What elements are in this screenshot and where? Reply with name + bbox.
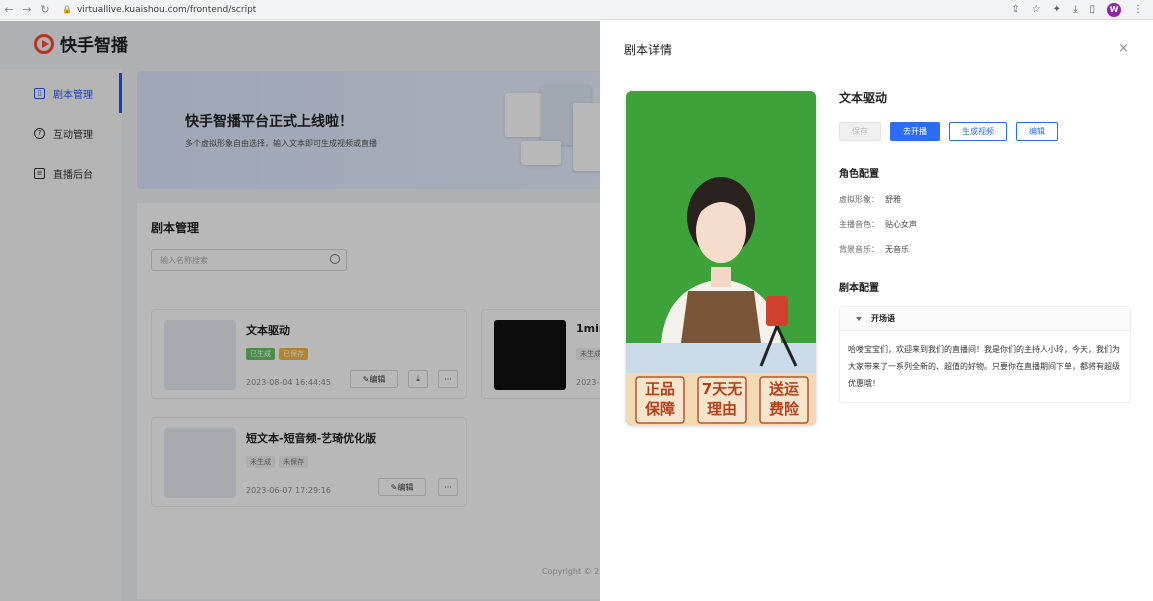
avatar[interactable]: W: [1107, 2, 1121, 17]
role-avatar-row: 虚拟形象： 舒雅: [839, 194, 1131, 205]
download-icon[interactable]: ⤓: [1073, 4, 1077, 15]
modal-overlay[interactable]: [0, 21, 600, 601]
save-button[interactable]: 保存: [839, 122, 881, 141]
script-detail-drawer: 剧本详情 × 正品 保障 7天无 理由 送运 费险 文本驱动 保存 去开播 生成…: [600, 21, 1153, 601]
role-music-row: 背景音乐： 无音乐: [839, 244, 1131, 255]
forward-icon[interactable]: →: [18, 3, 36, 16]
presenter-illustration: [626, 91, 816, 425]
collapse-header[interactable]: 开场语: [840, 307, 1130, 331]
url-text: virtuallive.kuaishou.com/frontend/script: [76, 4, 257, 15]
script-config-title: 剧本配置: [839, 283, 879, 294]
field-label: 虚拟形象：: [839, 195, 879, 204]
role-config-title: 角色配置: [839, 169, 879, 180]
start-live-button[interactable]: 去开播: [890, 122, 940, 141]
action-buttons: 保存 去开播 生成视频 编辑: [839, 122, 1131, 141]
opening-text: 哈喽宝宝们，欢迎来到我们的直播间！我是你们的主持人小玲，今天，我们为大家带来了一…: [848, 345, 1120, 388]
avatar-video-preview[interactable]: 正品 保障 7天无 理由 送运 费险: [626, 91, 816, 425]
collapse-title: 开场语: [871, 314, 895, 323]
field-value: 舒雅: [885, 195, 901, 204]
browser-toolbar: ← → ↻ 🔒 virtuallive.kuaishou.com/fronten…: [0, 0, 1153, 20]
opening-collapse: 开场语 哈喽宝宝们，欢迎来到我们的直播间！我是你们的主持人小玲，今天，我们为大家…: [839, 306, 1131, 403]
address-bar[interactable]: 🔒 virtuallive.kuaishou.com/frontend/scri…: [62, 5, 256, 15]
lock-icon: 🔒: [62, 5, 72, 14]
sidepanel-icon[interactable]: ▯: [1089, 4, 1095, 15]
close-icon[interactable]: ×: [1118, 41, 1129, 56]
promo-label: 送运 费险: [768, 380, 799, 418]
reload-icon[interactable]: ↻: [36, 3, 54, 16]
field-value: 无音乐: [885, 245, 909, 254]
more-menu-icon[interactable]: ⋮: [1133, 4, 1143, 15]
share-icon[interactable]: ⇪: [1011, 4, 1019, 15]
field-value: 贴心女声: [885, 220, 917, 229]
field-label: 主播音色：: [839, 220, 879, 229]
drawer-title: 剧本详情: [624, 43, 673, 57]
back-icon[interactable]: ←: [0, 3, 18, 16]
promo-label: 7天无 理由: [701, 380, 743, 418]
star-icon[interactable]: ☆: [1032, 4, 1041, 15]
script-info: 文本驱动 保存 去开播 生成视频 编辑 角色配置 虚拟形象： 舒雅 主播音色： 贴心…: [839, 89, 1131, 403]
chevron-down-icon: [856, 316, 862, 321]
field-label: 背景音乐：: [839, 245, 879, 254]
edit-button[interactable]: 编辑: [1016, 122, 1058, 141]
extensions-icon[interactable]: ✦: [1053, 4, 1061, 15]
script-name: 文本驱动: [839, 91, 888, 105]
generate-video-button[interactable]: 生成视频: [949, 122, 1007, 141]
role-voice-row: 主播音色： 贴心女声: [839, 219, 1131, 230]
promo-label: 正品 保障: [644, 380, 675, 418]
